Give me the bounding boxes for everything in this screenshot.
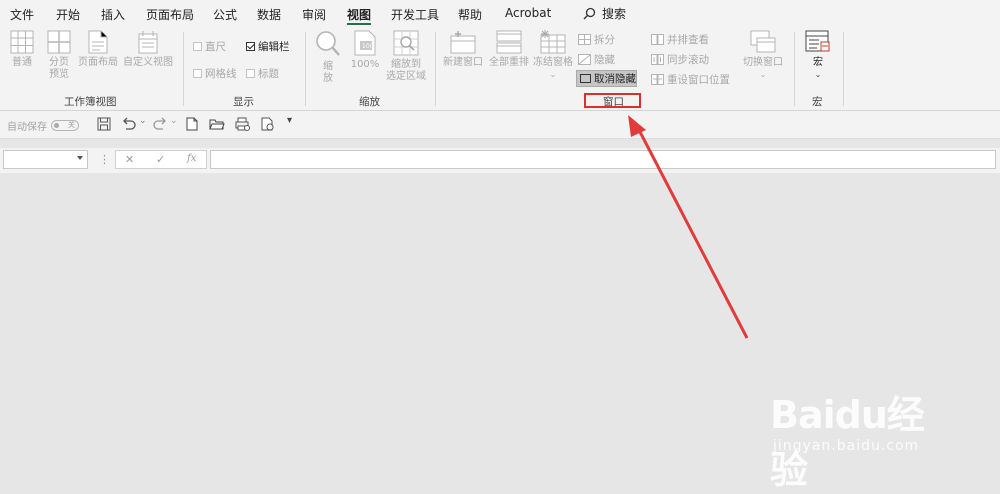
baidu-watermark: Baidu经验 jingyan.baidu.com bbox=[770, 384, 950, 492]
watermark-url: jingyan.baidu.com bbox=[773, 438, 920, 454]
